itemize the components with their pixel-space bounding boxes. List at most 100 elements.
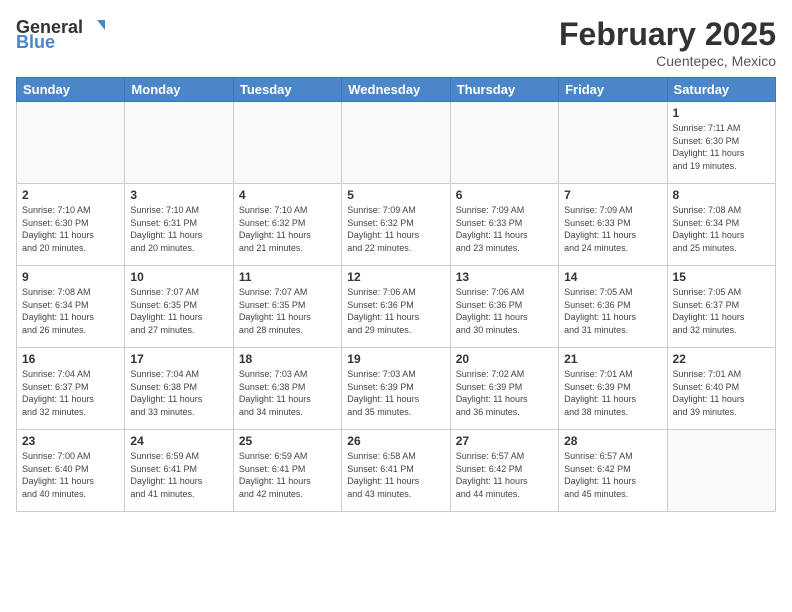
day-number: 13 bbox=[456, 270, 553, 284]
day-number: 3 bbox=[130, 188, 227, 202]
day-number: 22 bbox=[673, 352, 770, 366]
week-row-4: 16 Sunrise: 7:04 AM Sunset: 6:37 PM Dayli… bbox=[17, 348, 776, 430]
day-number: 5 bbox=[347, 188, 444, 202]
day-cell: 8 Sunrise: 7:08 AM Sunset: 6:34 PM Daylig… bbox=[667, 184, 775, 266]
day-number: 9 bbox=[22, 270, 119, 284]
day-info: Sunrise: 7:10 AM Sunset: 6:32 PM Dayligh… bbox=[239, 204, 336, 254]
day-number: 7 bbox=[564, 188, 661, 202]
day-cell: 23 Sunrise: 7:00 AM Sunset: 6:40 PM Dayli… bbox=[17, 430, 125, 512]
day-cell: 11 Sunrise: 7:07 AM Sunset: 6:35 PM Dayli… bbox=[233, 266, 341, 348]
day-info: Sunrise: 7:00 AM Sunset: 6:40 PM Dayligh… bbox=[22, 450, 119, 500]
week-row-2: 2 Sunrise: 7:10 AM Sunset: 6:30 PM Daylig… bbox=[17, 184, 776, 266]
day-info: Sunrise: 6:59 AM Sunset: 6:41 PM Dayligh… bbox=[239, 450, 336, 500]
weekday-thursday: Thursday bbox=[450, 78, 558, 102]
day-cell: 9 Sunrise: 7:08 AM Sunset: 6:34 PM Daylig… bbox=[17, 266, 125, 348]
day-cell: 14 Sunrise: 7:05 AM Sunset: 6:36 PM Dayli… bbox=[559, 266, 667, 348]
day-info: Sunrise: 7:06 AM Sunset: 6:36 PM Dayligh… bbox=[456, 286, 553, 336]
day-number: 2 bbox=[22, 188, 119, 202]
day-number: 20 bbox=[456, 352, 553, 366]
weekday-monday: Monday bbox=[125, 78, 233, 102]
day-info: Sunrise: 7:01 AM Sunset: 6:40 PM Dayligh… bbox=[673, 368, 770, 418]
day-cell: 2 Sunrise: 7:10 AM Sunset: 6:30 PM Daylig… bbox=[17, 184, 125, 266]
day-number: 21 bbox=[564, 352, 661, 366]
calendar: SundayMondayTuesdayWednesdayThursdayFrid… bbox=[16, 77, 776, 512]
day-info: Sunrise: 7:09 AM Sunset: 6:33 PM Dayligh… bbox=[456, 204, 553, 254]
weekday-friday: Friday bbox=[559, 78, 667, 102]
day-number: 6 bbox=[456, 188, 553, 202]
day-number: 23 bbox=[22, 434, 119, 448]
week-row-3: 9 Sunrise: 7:08 AM Sunset: 6:34 PM Daylig… bbox=[17, 266, 776, 348]
weekday-sunday: Sunday bbox=[17, 78, 125, 102]
page: General Blue February 2025 Cuentepec, Me… bbox=[0, 0, 792, 612]
day-info: Sunrise: 6:57 AM Sunset: 6:42 PM Dayligh… bbox=[564, 450, 661, 500]
day-info: Sunrise: 7:09 AM Sunset: 6:32 PM Dayligh… bbox=[347, 204, 444, 254]
day-number: 15 bbox=[673, 270, 770, 284]
day-info: Sunrise: 7:10 AM Sunset: 6:31 PM Dayligh… bbox=[130, 204, 227, 254]
day-cell bbox=[559, 102, 667, 184]
day-info: Sunrise: 7:07 AM Sunset: 6:35 PM Dayligh… bbox=[130, 286, 227, 336]
day-cell: 5 Sunrise: 7:09 AM Sunset: 6:32 PM Daylig… bbox=[342, 184, 450, 266]
day-cell: 22 Sunrise: 7:01 AM Sunset: 6:40 PM Dayli… bbox=[667, 348, 775, 430]
day-cell: 15 Sunrise: 7:05 AM Sunset: 6:37 PM Dayli… bbox=[667, 266, 775, 348]
day-cell: 19Sunrise: 7:03 AM Sunset: 6:39 PM Dayli… bbox=[342, 348, 450, 430]
day-cell: 24 Sunrise: 6:59 AM Sunset: 6:41 PM Dayli… bbox=[125, 430, 233, 512]
day-number: 16 bbox=[22, 352, 119, 366]
day-info: Sunrise: 6:59 AM Sunset: 6:41 PM Dayligh… bbox=[130, 450, 227, 500]
day-number: 11 bbox=[239, 270, 336, 284]
day-info: Sunrise: 6:57 AM Sunset: 6:42 PM Dayligh… bbox=[456, 450, 553, 500]
day-info: Sunrise: 7:07 AM Sunset: 6:35 PM Dayligh… bbox=[239, 286, 336, 336]
week-row-1: 1Sunrise: 7:11 AM Sunset: 6:30 PM Daylig… bbox=[17, 102, 776, 184]
day-info: Sunrise: 7:05 AM Sunset: 6:36 PM Dayligh… bbox=[564, 286, 661, 336]
logo-blue: Blue bbox=[16, 32, 55, 53]
week-row-5: 23 Sunrise: 7:00 AM Sunset: 6:40 PM Dayli… bbox=[17, 430, 776, 512]
weekday-header-row: SundayMondayTuesdayWednesdayThursdayFrid… bbox=[17, 78, 776, 102]
day-number: 24 bbox=[130, 434, 227, 448]
weekday-tuesday: Tuesday bbox=[233, 78, 341, 102]
day-number: 18 bbox=[239, 352, 336, 366]
day-cell bbox=[233, 102, 341, 184]
day-cell: 21 Sunrise: 7:01 AM Sunset: 6:39 PM Dayli… bbox=[559, 348, 667, 430]
day-info: Sunrise: 7:08 AM Sunset: 6:34 PM Dayligh… bbox=[673, 204, 770, 254]
day-number: 4 bbox=[239, 188, 336, 202]
day-number: 14 bbox=[564, 270, 661, 284]
day-number: 19 bbox=[347, 352, 444, 366]
day-cell: 16 Sunrise: 7:04 AM Sunset: 6:37 PM Dayli… bbox=[17, 348, 125, 430]
day-info: Sunrise: 7:01 AM Sunset: 6:39 PM Dayligh… bbox=[564, 368, 661, 418]
day-number: 27 bbox=[456, 434, 553, 448]
day-info: Sunrise: 7:08 AM Sunset: 6:34 PM Dayligh… bbox=[22, 286, 119, 336]
day-cell bbox=[450, 102, 558, 184]
day-cell bbox=[667, 430, 775, 512]
day-cell: 12 Sunrise: 7:06 AM Sunset: 6:36 PM Dayli… bbox=[342, 266, 450, 348]
day-info: Sunrise: 7:04 AM Sunset: 6:38 PM Dayligh… bbox=[130, 368, 227, 418]
weekday-wednesday: Wednesday bbox=[342, 78, 450, 102]
day-cell bbox=[342, 102, 450, 184]
day-cell: 4 Sunrise: 7:10 AM Sunset: 6:32 PM Daylig… bbox=[233, 184, 341, 266]
day-info: Sunrise: 7:04 AM Sunset: 6:37 PM Dayligh… bbox=[22, 368, 119, 418]
day-cell: 28 Sunrise: 6:57 AM Sunset: 6:42 PM Dayli… bbox=[559, 430, 667, 512]
day-cell: 7 Sunrise: 7:09 AM Sunset: 6:33 PM Daylig… bbox=[559, 184, 667, 266]
day-cell: 27 Sunrise: 6:57 AM Sunset: 6:42 PM Dayli… bbox=[450, 430, 558, 512]
month-year: February 2025 bbox=[559, 16, 776, 53]
day-cell: 25Sunrise: 6:59 AM Sunset: 6:41 PM Dayli… bbox=[233, 430, 341, 512]
day-cell bbox=[17, 102, 125, 184]
day-cell: 18 Sunrise: 7:03 AM Sunset: 6:38 PM Dayli… bbox=[233, 348, 341, 430]
day-cell: 1Sunrise: 7:11 AM Sunset: 6:30 PM Daylig… bbox=[667, 102, 775, 184]
day-info: Sunrise: 7:11 AM Sunset: 6:30 PM Dayligh… bbox=[673, 122, 770, 172]
header: General Blue February 2025 Cuentepec, Me… bbox=[16, 16, 776, 69]
day-number: 28 bbox=[564, 434, 661, 448]
day-cell: 6 Sunrise: 7:09 AM Sunset: 6:33 PM Daylig… bbox=[450, 184, 558, 266]
logo-icon bbox=[83, 16, 105, 38]
weekday-saturday: Saturday bbox=[667, 78, 775, 102]
day-info: Sunrise: 7:05 AM Sunset: 6:37 PM Dayligh… bbox=[673, 286, 770, 336]
day-info: Sunrise: 6:58 AM Sunset: 6:41 PM Dayligh… bbox=[347, 450, 444, 500]
day-info: Sunrise: 7:06 AM Sunset: 6:36 PM Dayligh… bbox=[347, 286, 444, 336]
day-number: 10 bbox=[130, 270, 227, 284]
day-info: Sunrise: 7:10 AM Sunset: 6:30 PM Dayligh… bbox=[22, 204, 119, 254]
day-info: Sunrise: 7:09 AM Sunset: 6:33 PM Dayligh… bbox=[564, 204, 661, 254]
day-cell: 3 Sunrise: 7:10 AM Sunset: 6:31 PM Daylig… bbox=[125, 184, 233, 266]
day-number: 8 bbox=[673, 188, 770, 202]
day-cell: 20 Sunrise: 7:02 AM Sunset: 6:39 PM Dayli… bbox=[450, 348, 558, 430]
day-info: Sunrise: 7:03 AM Sunset: 6:38 PM Dayligh… bbox=[239, 368, 336, 418]
day-info: Sunrise: 7:02 AM Sunset: 6:39 PM Dayligh… bbox=[456, 368, 553, 418]
day-number: 12 bbox=[347, 270, 444, 284]
